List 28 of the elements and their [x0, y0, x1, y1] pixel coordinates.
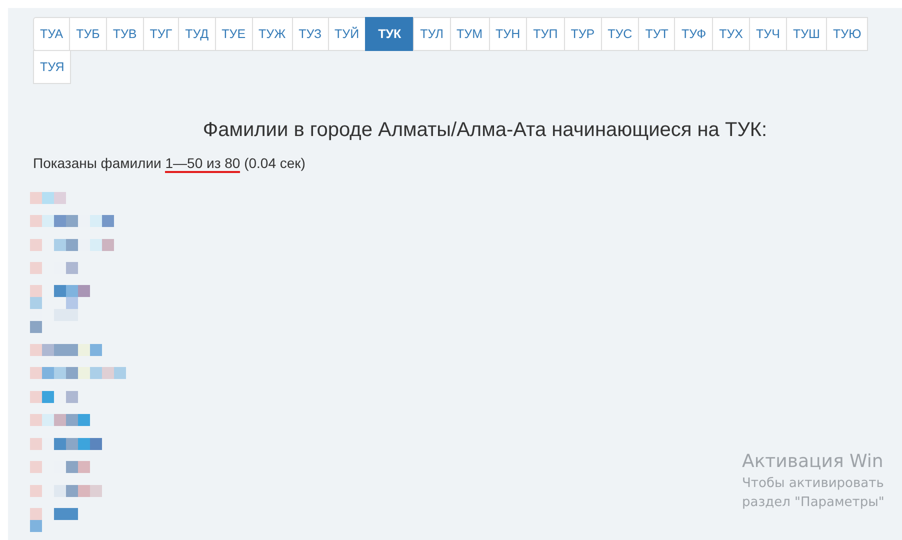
- page-button[interactable]: ТУЮ: [826, 17, 868, 51]
- page-heading: Фамилии в городе Алматы/Алма-Ата начинающиеся на ТУК:: [202, 119, 768, 142]
- page-button[interactable]: ТУЯ: [33, 50, 72, 84]
- page-button[interactable]: ТУВ: [106, 17, 144, 51]
- page-button[interactable]: ТУГ: [142, 17, 180, 51]
- page-button[interactable]: ТУЕ: [214, 17, 253, 51]
- page-button[interactable]: ТУР: [564, 17, 602, 51]
- page-button[interactable]: ТУЙ: [328, 17, 366, 51]
- activation-text: Чтобы активировать: [742, 476, 884, 491]
- page-button[interactable]: ТУШ: [786, 17, 827, 51]
- page-button[interactable]: ТУА: [33, 17, 70, 51]
- page-button[interactable]: ТУЛ: [413, 17, 451, 51]
- page-button[interactable]: ТУХ: [712, 17, 750, 51]
- page-button[interactable]: ТУЖ: [252, 17, 293, 51]
- results-summary: Показаны фамилии 1—50 из 80 (0.04 сек): [33, 155, 306, 175]
- page-button[interactable]: ТУЗ: [292, 17, 329, 51]
- page-button[interactable]: ТУЧ: [749, 17, 787, 51]
- page-button[interactable]: ТУД: [178, 17, 216, 51]
- activation-text: раздел "Параметры": [742, 495, 884, 510]
- page-button[interactable]: ТУК: [365, 17, 414, 51]
- page-button[interactable]: ТУБ: [69, 17, 107, 51]
- page-button[interactable]: ТУФ: [674, 17, 714, 51]
- page-button[interactable]: ТУТ: [638, 17, 676, 51]
- page-button[interactable]: ТУС: [600, 17, 640, 51]
- page-button[interactable]: ТУМ: [450, 17, 490, 51]
- page-button[interactable]: ТУП: [526, 17, 565, 51]
- activation-title: Активация Win: [742, 451, 884, 472]
- page-button[interactable]: ТУН: [488, 17, 528, 51]
